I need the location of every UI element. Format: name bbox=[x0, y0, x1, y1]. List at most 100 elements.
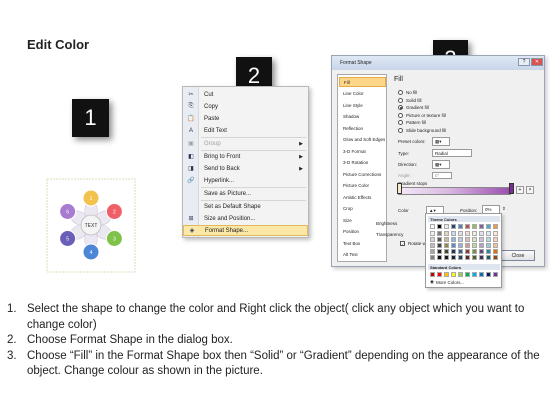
category-item[interactable]: Glow and Soft Edges bbox=[339, 135, 386, 145]
color-swatch[interactable] bbox=[458, 255, 463, 260]
color-swatch[interactable] bbox=[437, 243, 442, 248]
color-swatch[interactable] bbox=[493, 231, 498, 236]
color-swatch[interactable] bbox=[437, 249, 442, 254]
color-swatch[interactable] bbox=[465, 243, 470, 248]
color-swatch[interactable] bbox=[437, 231, 442, 236]
menu-item-edit-text[interactable]: A Edit Text bbox=[183, 125, 308, 136]
color-swatch[interactable] bbox=[437, 255, 442, 260]
gradient-stop-1[interactable] bbox=[397, 183, 402, 194]
menu-item-save-as-picture[interactable]: Save as Picture... bbox=[183, 188, 308, 199]
color-swatch[interactable] bbox=[493, 255, 498, 260]
color-swatch[interactable] bbox=[444, 255, 449, 260]
color-swatch[interactable] bbox=[458, 249, 463, 254]
color-swatch[interactable] bbox=[493, 243, 498, 248]
type-dropdown[interactable]: Radial bbox=[432, 149, 472, 157]
category-item[interactable]: Shadow bbox=[339, 112, 386, 122]
color-swatch[interactable] bbox=[430, 255, 435, 260]
color-swatch[interactable] bbox=[486, 224, 491, 229]
category-item[interactable]: Crop bbox=[339, 204, 386, 214]
color-swatch[interactable] bbox=[479, 249, 484, 254]
category-item[interactable]: Fill bbox=[339, 77, 386, 87]
color-swatch[interactable] bbox=[472, 231, 477, 236]
remove-stop-button[interactable]: × bbox=[526, 186, 534, 194]
color-swatch[interactable] bbox=[451, 243, 456, 248]
color-swatch[interactable] bbox=[437, 237, 442, 242]
color-swatch[interactable] bbox=[437, 272, 442, 277]
radio-button[interactable] bbox=[398, 90, 403, 95]
color-swatch[interactable] bbox=[451, 255, 456, 260]
category-item[interactable]: 3-D Format bbox=[339, 146, 386, 156]
category-item[interactable]: Picture Color bbox=[339, 181, 386, 191]
radio-button[interactable] bbox=[398, 127, 403, 133]
radio-button[interactable] bbox=[398, 120, 403, 125]
preset-colors-dropdown[interactable]: ▦▾ bbox=[432, 137, 450, 146]
color-swatch[interactable] bbox=[465, 255, 470, 260]
color-swatch[interactable] bbox=[472, 243, 477, 248]
color-swatch[interactable] bbox=[486, 243, 491, 248]
color-swatch[interactable] bbox=[479, 237, 484, 242]
fill-option[interactable]: Gradient fill bbox=[398, 105, 429, 110]
color-swatch[interactable] bbox=[458, 224, 463, 229]
fill-option[interactable]: Pattern fill bbox=[398, 120, 426, 125]
color-swatch[interactable] bbox=[458, 231, 463, 236]
rotate-with-shape-checkbox[interactable]: ✓ bbox=[400, 241, 405, 247]
color-swatch[interactable] bbox=[444, 224, 449, 229]
color-swatch[interactable] bbox=[479, 272, 484, 277]
category-item[interactable]: Artistic Effects bbox=[339, 192, 386, 202]
color-swatch[interactable] bbox=[486, 231, 491, 236]
color-swatch[interactable] bbox=[458, 243, 463, 248]
color-swatch[interactable] bbox=[486, 249, 491, 254]
menu-item-copy[interactable]: ⎘ Copy bbox=[183, 101, 308, 112]
category-item[interactable]: Line Style bbox=[339, 100, 386, 110]
color-swatch[interactable] bbox=[486, 272, 491, 277]
color-swatch[interactable] bbox=[444, 243, 449, 248]
color-swatch[interactable] bbox=[451, 224, 456, 229]
color-swatch[interactable] bbox=[430, 249, 435, 254]
color-swatch[interactable] bbox=[472, 249, 477, 254]
fill-option[interactable]: Solid fill bbox=[398, 97, 422, 103]
color-swatch[interactable] bbox=[451, 231, 456, 236]
help-button[interactable]: ? bbox=[518, 58, 530, 66]
color-swatch[interactable] bbox=[430, 243, 435, 248]
color-swatch[interactable] bbox=[493, 237, 498, 242]
color-swatch[interactable] bbox=[465, 249, 470, 254]
color-swatch[interactable] bbox=[493, 272, 498, 277]
close-button[interactable]: Close bbox=[501, 250, 535, 261]
color-swatch[interactable] bbox=[444, 231, 449, 236]
menu-item-format-shape[interactable]: ◈ Format Shape... bbox=[183, 225, 308, 236]
color-swatch[interactable] bbox=[465, 231, 470, 236]
menu-item-paste[interactable]: 📋 Paste bbox=[183, 113, 308, 124]
category-item[interactable]: Picture Corrections bbox=[339, 169, 386, 179]
color-swatch[interactable] bbox=[458, 237, 463, 242]
radio-button[interactable] bbox=[398, 97, 403, 103]
add-stop-button[interactable]: + bbox=[516, 186, 524, 194]
color-swatch[interactable] bbox=[472, 272, 477, 277]
color-swatch[interactable] bbox=[472, 255, 477, 260]
radio-button[interactable] bbox=[398, 112, 403, 118]
category-item[interactable]: Alt Text bbox=[339, 250, 386, 260]
color-swatch[interactable] bbox=[465, 237, 470, 242]
color-swatch[interactable] bbox=[451, 272, 456, 277]
position-spin-icon[interactable]: ⇕ bbox=[502, 206, 506, 212]
fill-option[interactable]: Picture or texture fill bbox=[398, 112, 446, 118]
color-swatch[interactable] bbox=[437, 224, 442, 229]
menu-item-size-and-position[interactable]: ⊞ Size and Position... bbox=[183, 213, 308, 224]
close-icon[interactable]: ✕ bbox=[531, 58, 543, 66]
color-swatch[interactable] bbox=[465, 272, 470, 277]
direction-dropdown[interactable]: ▩▾ bbox=[432, 160, 450, 169]
color-swatch[interactable] bbox=[444, 272, 449, 277]
category-item[interactable]: Text Box bbox=[339, 238, 386, 248]
color-swatch[interactable] bbox=[472, 237, 477, 242]
color-swatch[interactable] bbox=[479, 255, 484, 260]
menu-item-send-to-back[interactable]: ◨ Send to Back ▶ bbox=[183, 163, 308, 174]
color-swatch[interactable] bbox=[430, 231, 435, 236]
color-swatch[interactable] bbox=[444, 237, 449, 242]
menu-item-bring-to-front[interactable]: ◧ Bring to Front ▶ bbox=[183, 151, 308, 162]
color-swatch[interactable] bbox=[479, 243, 484, 248]
color-swatch[interactable] bbox=[444, 249, 449, 254]
category-item[interactable]: 3-D Rotation bbox=[339, 158, 386, 168]
more-colors-link[interactable]: ◉ More Colors... bbox=[430, 279, 464, 285]
fill-option[interactable]: Slide background fill bbox=[398, 127, 446, 133]
angle-field[interactable]: 0° bbox=[432, 172, 452, 179]
color-swatch[interactable] bbox=[430, 237, 435, 242]
